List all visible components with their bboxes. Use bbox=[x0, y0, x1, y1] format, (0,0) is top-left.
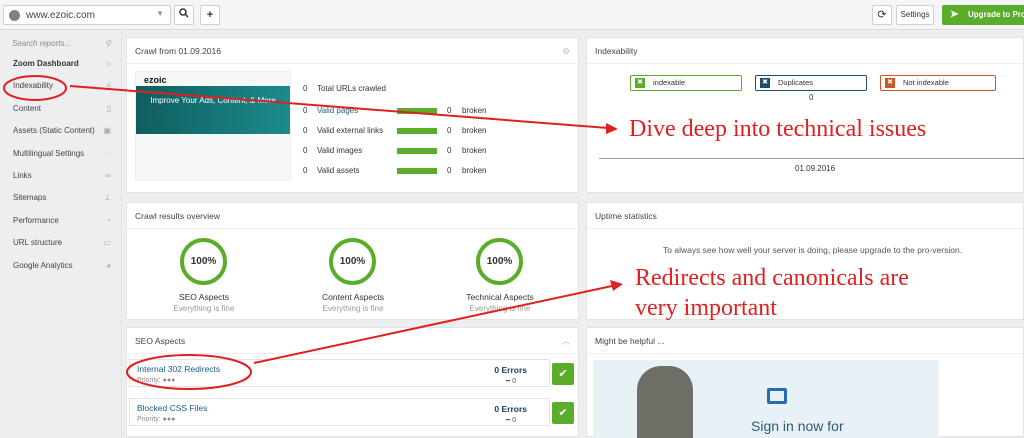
arrow-line-2 bbox=[253, 285, 613, 364]
highlight-circle-302-redirects bbox=[126, 354, 252, 390]
annotation-text-2a: Redirects and canonicals are bbox=[635, 265, 909, 291]
arrow-head-1 bbox=[606, 123, 618, 134]
arrow-line-1 bbox=[69, 85, 609, 129]
annotation-text-1: Dive deep into technical issues bbox=[629, 116, 927, 142]
annotation-overlay bbox=[3, 75, 623, 390]
annotation-text-2b: very important bbox=[635, 295, 777, 321]
arrow-head-2 bbox=[610, 280, 623, 291]
highlight-circle-indexability bbox=[3, 75, 67, 101]
